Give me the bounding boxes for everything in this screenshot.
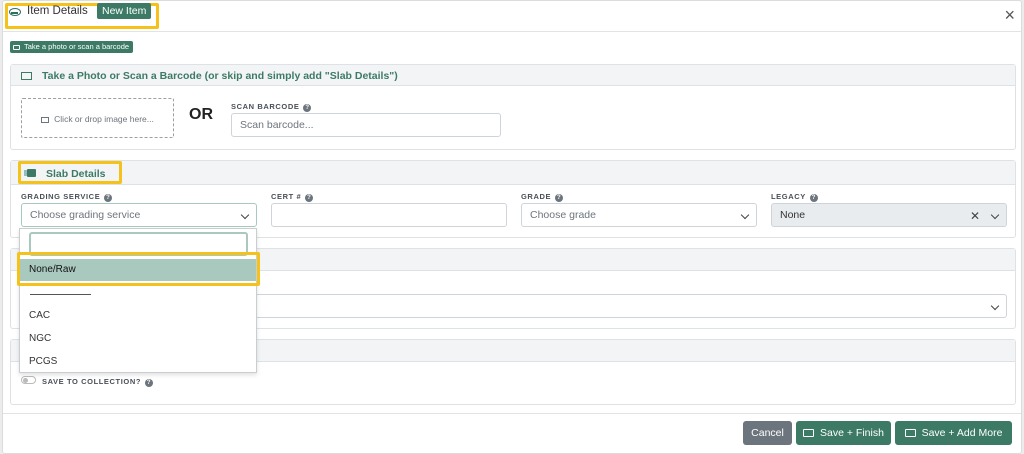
save-add-more-button[interactable]: Save + Add More (895, 421, 1012, 445)
dropzone-text: Click or drop image here... (54, 114, 154, 124)
save-add-more-label: Save + Add More (921, 427, 1003, 439)
grade-placeholder: Choose grade (530, 209, 596, 221)
option-pcgs[interactable]: PCGS (20, 351, 256, 373)
save-finish-button[interactable]: Save + Finish (796, 421, 891, 445)
grading-service-dropdown: None/Raw CAC NGC PCGS (19, 228, 257, 373)
option-ngc[interactable]: NGC (20, 328, 256, 350)
take-photo-label: Take a photo or scan a barcode (24, 42, 130, 51)
help-icon[interactable]: ? (809, 194, 818, 202)
legacy-label-text: LEGACY (771, 192, 806, 201)
grading-service-placeholder: Choose grading service (30, 209, 141, 221)
save-to-collection-text: SAVE TO COLLECTION? (42, 377, 142, 386)
chevron-down-icon (240, 210, 250, 220)
help-icon[interactable]: ? (104, 194, 113, 202)
clear-icon[interactable]: ✕ (970, 210, 980, 222)
image-dropzone[interactable]: Click or drop image here... (21, 98, 174, 138)
chevron-down-icon (990, 210, 1000, 220)
option-cac[interactable]: CAC (20, 305, 256, 327)
grade-label-text: GRADE (521, 192, 552, 201)
item-details-modal: Item Details New Item × Take a photo or … (2, 0, 1022, 454)
save-icon (803, 429, 815, 437)
photo-card: Take a Photo or Scan a Barcode (or skip … (10, 64, 1016, 150)
details-select[interactable] (251, 294, 1007, 318)
scan-barcode-label: SCAN BARCODE? (231, 102, 312, 112)
scan-barcode-input[interactable]: Scan barcode... (231, 113, 501, 137)
slab-card-header: Slab Details (11, 161, 1015, 185)
photo-card-header: Take a Photo or Scan a Barcode (or skip … (11, 65, 1015, 86)
camera-icon (13, 45, 20, 50)
scan-barcode-label-text: SCAN BARCODE (231, 102, 300, 111)
grading-service-select[interactable]: Choose grading service (21, 203, 257, 227)
help-icon[interactable]: ? (145, 379, 154, 387)
save-to-collection-label: SAVE TO COLLECTION?? (42, 377, 154, 387)
chevron-down-icon (740, 210, 750, 220)
slab-icon (24, 169, 36, 177)
modal-header: Item Details New Item × (3, 1, 1021, 32)
cert-label-text: CERT # (271, 192, 302, 201)
none-raw-highlight (17, 252, 260, 286)
save-finish-label: Save + Finish (820, 427, 884, 439)
modal-title: Item Details (27, 5, 88, 17)
save-to-collection-toggle[interactable] (21, 376, 36, 384)
or-separator: OR (189, 106, 213, 123)
help-icon[interactable]: ? (303, 104, 312, 112)
legacy-value: None (780, 209, 806, 221)
slab-title: Slab Details (46, 168, 106, 180)
grade-select[interactable]: Choose grade (521, 203, 757, 227)
coin-icon (9, 8, 21, 16)
grade-label: GRADE? (521, 192, 564, 202)
cancel-button[interactable]: Cancel (743, 421, 792, 445)
grading-service-label: GRADING SERVICE? (21, 192, 113, 202)
legacy-label: LEGACY? (771, 192, 818, 202)
take-photo-button[interactable]: Take a photo or scan a barcode (10, 41, 134, 53)
legacy-select[interactable]: None ✕ (771, 203, 1007, 227)
cert-label: CERT #? (271, 192, 314, 202)
option-divider (30, 294, 91, 295)
grading-service-label-text: GRADING SERVICE (21, 192, 101, 201)
help-icon[interactable]: ? (305, 194, 314, 202)
help-icon[interactable]: ? (555, 194, 564, 202)
cert-input[interactable] (271, 203, 507, 227)
image-icon (41, 117, 50, 123)
slab-card: Slab Details GRADING SERVICE? Choose gra… (10, 160, 1016, 238)
slab-title-highlight: Slab Details (18, 161, 122, 184)
footer-divider (3, 413, 1021, 414)
photo-card-title: Take a Photo or Scan a Barcode (or skip … (42, 70, 398, 82)
save-icon (904, 429, 916, 437)
barcode-icon (21, 72, 32, 80)
chevron-down-icon (990, 301, 1000, 311)
new-item-badge: New Item (97, 3, 152, 19)
close-icon[interactable]: × (1004, 6, 1015, 24)
